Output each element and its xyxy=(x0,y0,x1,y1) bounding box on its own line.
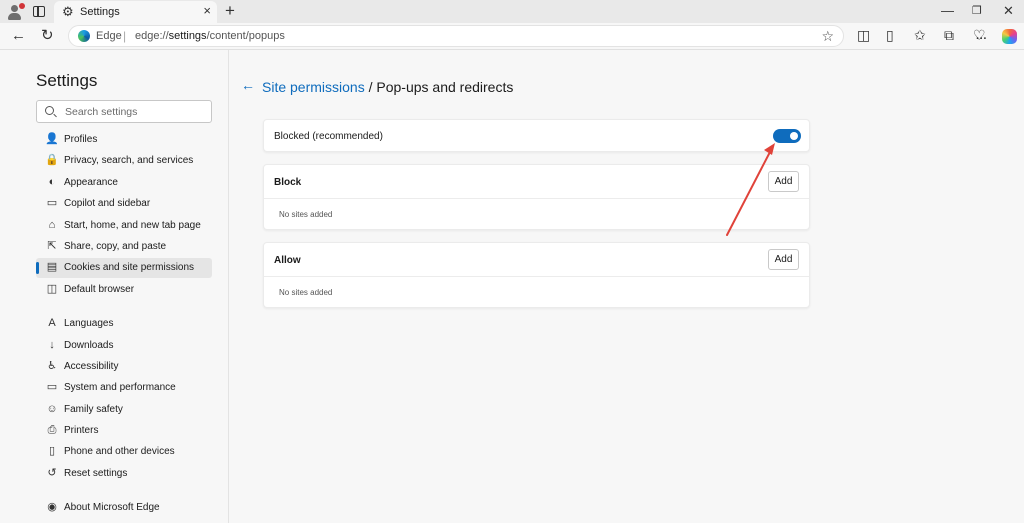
annotation-arrow xyxy=(726,143,775,236)
